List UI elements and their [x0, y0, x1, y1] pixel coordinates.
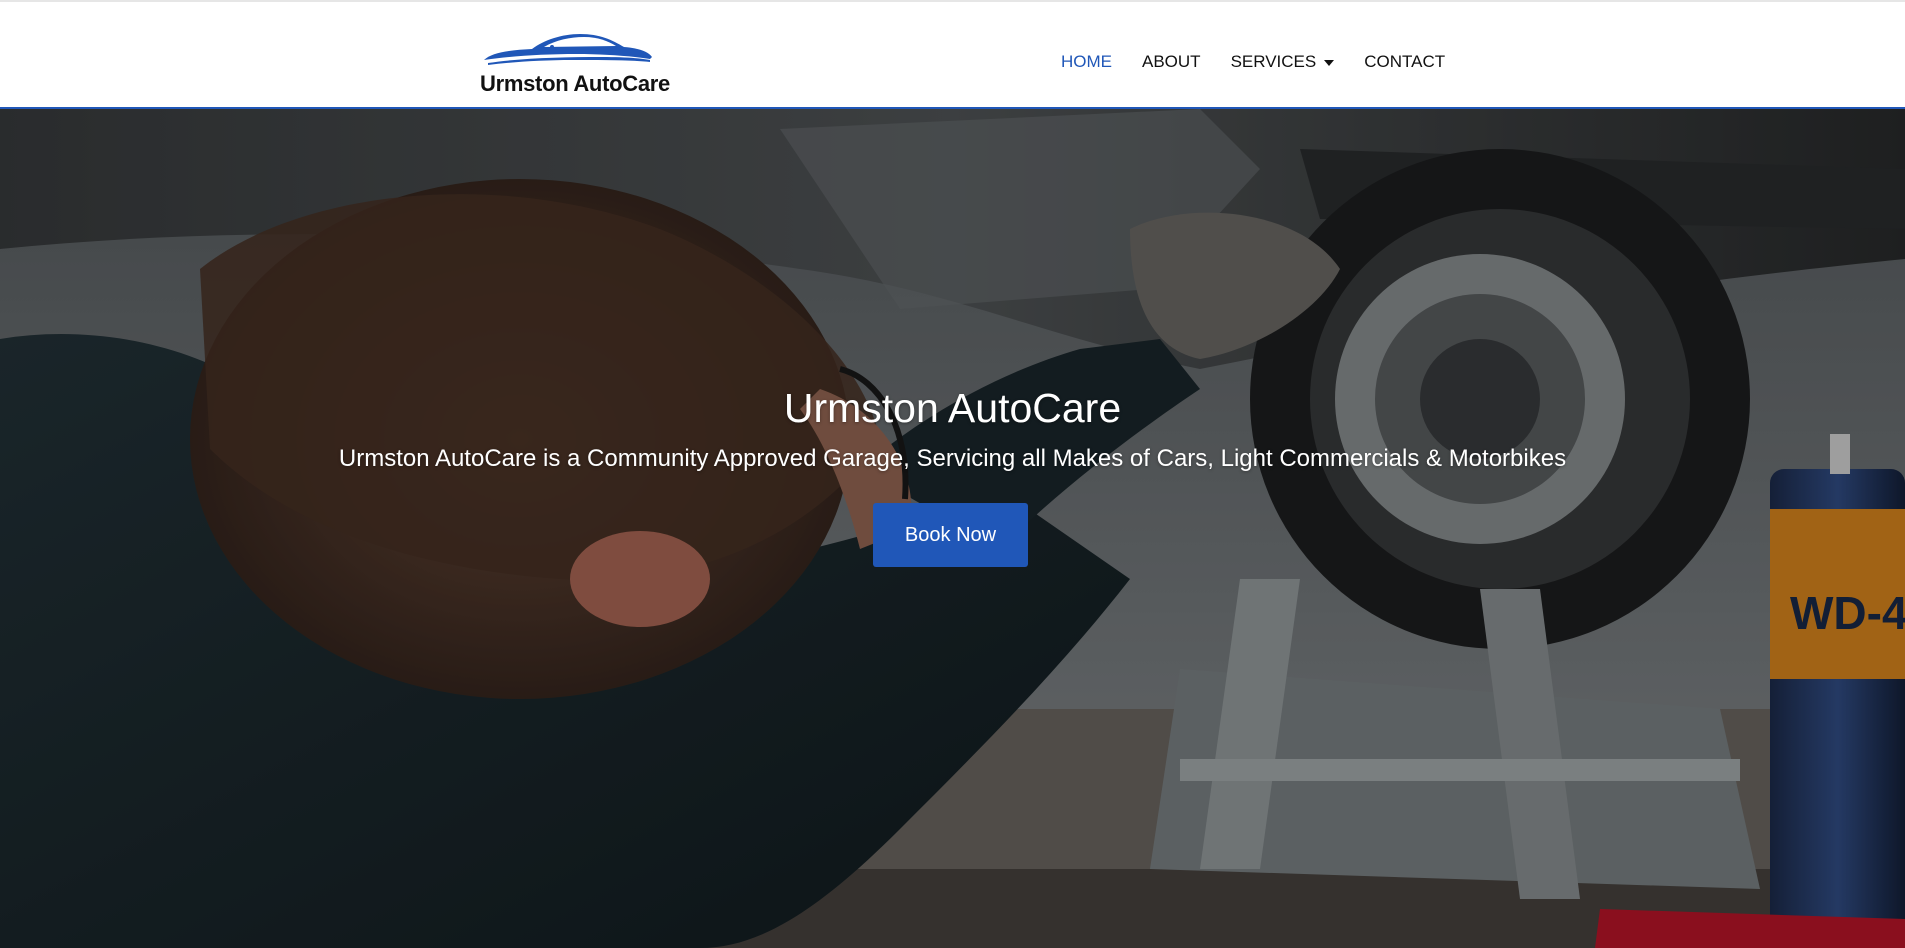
nav-item-contact[interactable]: CONTACT — [1364, 52, 1445, 72]
site-logo[interactable]: Urmston AutoCare — [478, 30, 670, 100]
nav-item-services[interactable]: SERVICES — [1231, 52, 1335, 72]
page: Urmston AutoCare HOME ABOUT SERVICES CON… — [0, 0, 1905, 948]
nav-item-home[interactable]: HOME — [1061, 52, 1112, 72]
book-now-button[interactable]: Book Now — [873, 503, 1028, 567]
nav-item-services-label: SERVICES — [1230, 52, 1317, 71]
nav-item-about[interactable]: ABOUT — [1142, 52, 1201, 72]
hero-section: WD-40 Urmston AutoCare Urmston AutoCare … — [0, 109, 1905, 948]
main-nav: HOME ABOUT SERVICES CONTACT — [1061, 52, 1445, 72]
hero-subtitle: Urmston AutoCare is a Community Approved… — [338, 445, 1567, 472]
chevron-down-icon — [1324, 60, 1335, 66]
logo-text: Urmston AutoCare — [480, 71, 670, 96]
car-silhouette-icon — [484, 34, 652, 65]
hero-title: Urmston AutoCare — [783, 385, 1122, 431]
site-header: Urmston AutoCare HOME ABOUT SERVICES CON… — [0, 0, 1905, 109]
